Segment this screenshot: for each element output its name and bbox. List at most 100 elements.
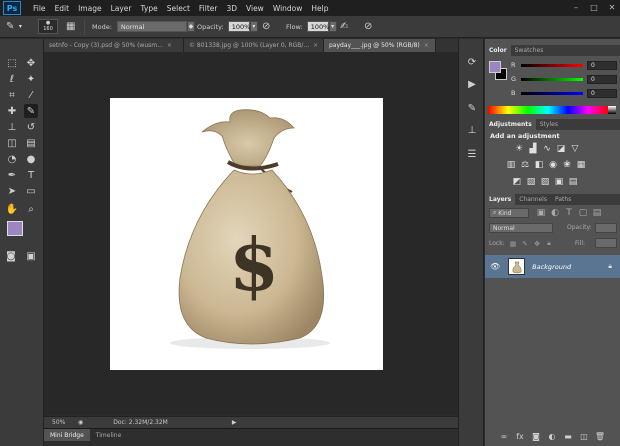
- clone-source-icon[interactable]: ⊥: [465, 123, 479, 137]
- tool-preset-picker[interactable]: ✎ ▾: [6, 19, 24, 34]
- curves-icon[interactable]: ∿: [541, 143, 553, 154]
- gradient-tool-icon[interactable]: ▤: [24, 136, 38, 150]
- tab-styles[interactable]: Styles: [536, 119, 562, 130]
- blend-mode-select[interactable]: Normal: [489, 223, 553, 233]
- tab-mini-bridge[interactable]: Mini Bridge: [44, 429, 90, 441]
- lock-transparent-icon[interactable]: ▦: [507, 238, 519, 249]
- color-lookup-icon[interactable]: ▦: [575, 159, 587, 170]
- hand-tool-icon[interactable]: ✋: [5, 202, 19, 216]
- green-value[interactable]: 0: [587, 74, 617, 84]
- blue-value[interactable]: 0: [587, 88, 617, 98]
- mode-dropdown-icon[interactable]: ◆: [186, 21, 195, 32]
- flow-dropdown-icon[interactable]: ▾: [328, 21, 337, 32]
- history-brush-tool-icon[interactable]: ↺: [24, 120, 38, 134]
- crop-tool-icon[interactable]: ⌗: [5, 88, 19, 102]
- layer-row-background[interactable]: 👁︎ Background 🔒︎: [485, 255, 620, 278]
- status-arrow-icon[interactable]: ▶: [232, 419, 237, 426]
- magic-wand-tool-icon[interactable]: ✦: [24, 72, 38, 86]
- color-balance-icon[interactable]: ⚖: [519, 159, 531, 170]
- tab-adjustments[interactable]: Adjustments: [485, 119, 536, 130]
- photo-filter-icon[interactable]: ◉: [547, 159, 559, 170]
- path-selection-tool-icon[interactable]: ➤: [5, 184, 19, 198]
- layer-name[interactable]: Background: [532, 263, 571, 271]
- menu-window[interactable]: Window: [273, 4, 303, 13]
- pressure-opacity-icon[interactable]: ⊘: [262, 21, 270, 32]
- airbrush-icon[interactable]: ✍: [340, 21, 348, 32]
- menu-view[interactable]: View: [246, 4, 264, 13]
- menu-edit[interactable]: Edit: [55, 4, 70, 13]
- tab-timeline[interactable]: Timeline: [90, 429, 128, 441]
- layer-filter-select[interactable]: ⌕ Kind: [489, 208, 529, 218]
- invert-icon[interactable]: ◩: [511, 176, 523, 187]
- close-icon[interactable]: ×: [167, 42, 172, 49]
- screen-mode-icon[interactable]: ▣: [24, 249, 38, 263]
- new-layer-icon[interactable]: ◫: [579, 432, 589, 441]
- blur-tool-icon[interactable]: ◔: [5, 152, 19, 166]
- document-canvas[interactable]: $: [110, 98, 383, 370]
- filter-shape-icon[interactable]: ▢: [577, 207, 589, 218]
- green-slider[interactable]: [521, 77, 583, 81]
- layer-style-icon[interactable]: fx: [515, 432, 525, 441]
- eyedropper-tool-icon[interactable]: ⁄: [24, 88, 38, 102]
- healing-brush-tool-icon[interactable]: ✚: [5, 104, 19, 118]
- filter-type-icon[interactable]: T: [563, 207, 575, 218]
- marquee-tool-icon[interactable]: ⬚: [5, 56, 19, 70]
- move-tool-icon[interactable]: ✥: [24, 56, 38, 70]
- filter-adjustment-icon[interactable]: ◐: [549, 207, 561, 218]
- tab-layers[interactable]: Layers: [485, 194, 516, 205]
- threshold-icon[interactable]: ▨: [539, 176, 551, 187]
- zoom-level[interactable]: 50%: [52, 419, 72, 426]
- menu-filter[interactable]: Filter: [199, 4, 218, 13]
- menu-type[interactable]: Type: [141, 4, 158, 13]
- link-layers-icon[interactable]: ∞: [499, 432, 509, 441]
- doc-tab-2[interactable]: © 801338.jpg @ 100% (Layer 0, RGB/... ×: [184, 39, 324, 52]
- menu-help[interactable]: Help: [311, 4, 328, 13]
- tab-color[interactable]: Color: [485, 45, 511, 56]
- channel-mixer-icon[interactable]: ❀: [561, 159, 573, 170]
- type-tool-icon[interactable]: T: [24, 168, 38, 182]
- brush-size-picker[interactable]: ● 160: [38, 19, 58, 34]
- opacity-input[interactable]: 100%: [227, 21, 250, 32]
- tab-paths[interactable]: Paths: [551, 194, 575, 205]
- lock-all-icon[interactable]: 🔒︎: [543, 238, 555, 249]
- delete-layer-icon[interactable]: 🗑︎: [595, 432, 605, 441]
- brush-panel-toggle-icon[interactable]: ▦: [66, 21, 75, 32]
- red-slider[interactable]: [521, 63, 583, 67]
- new-adjustment-layer-icon[interactable]: ◐: [547, 432, 557, 441]
- zoom-tool-icon[interactable]: ⌕: [24, 202, 38, 216]
- brush-panel-icon[interactable]: ✎: [465, 101, 479, 115]
- properties-panel-icon[interactable]: ☰: [465, 147, 479, 161]
- lasso-tool-icon[interactable]: ℓ: [5, 72, 19, 86]
- doc-tab-3-active[interactable]: payday___.jpg @ 50% (RGB/8) ×: [324, 39, 436, 52]
- foreground-color-swatch[interactable]: [7, 221, 23, 236]
- pen-tool-icon[interactable]: ✒: [5, 168, 19, 182]
- hue-saturation-icon[interactable]: ▥: [505, 159, 517, 170]
- doc-tab-1[interactable]: setnfo - Copy (3).psd @ 50% (wusm... ×: [44, 39, 184, 52]
- new-group-icon[interactable]: ▬: [563, 432, 573, 441]
- status-menu-icon[interactable]: ◉: [78, 419, 83, 426]
- vibrance-icon[interactable]: ▽: [569, 143, 581, 154]
- layer-opacity-input[interactable]: [595, 223, 617, 233]
- history-panel-icon[interactable]: ⟳: [465, 55, 479, 69]
- clone-stamp-tool-icon[interactable]: ⊥: [5, 120, 19, 134]
- minimize-button[interactable]: –: [570, 2, 582, 12]
- quick-mask-icon[interactable]: ◙: [4, 249, 18, 263]
- dodge-tool-icon[interactable]: ●: [24, 152, 38, 166]
- lock-position-icon[interactable]: ✥: [531, 238, 543, 249]
- shape-tool-icon[interactable]: ▭: [24, 184, 38, 198]
- color-panel-foreground[interactable]: [489, 61, 501, 73]
- black-white-icon[interactable]: ◧: [533, 159, 545, 170]
- mode-select[interactable]: Normal: [116, 21, 187, 32]
- tab-channels[interactable]: Channels: [515, 194, 551, 205]
- lock-image-icon[interactable]: ✎: [519, 238, 531, 249]
- close-icon[interactable]: ×: [313, 42, 318, 49]
- menu-image[interactable]: Image: [78, 4, 102, 13]
- color-spectrum-bar[interactable]: [488, 106, 608, 114]
- levels-icon[interactable]: ▟: [527, 143, 539, 154]
- exposure-icon[interactable]: ◪: [555, 143, 567, 154]
- flow-input[interactable]: 100%: [306, 21, 329, 32]
- gradient-map-icon[interactable]: ▤: [567, 176, 579, 187]
- pressure-size-icon[interactable]: ⊘: [364, 21, 372, 32]
- brush-tool-icon[interactable]: ✎: [24, 104, 38, 118]
- fill-input[interactable]: [595, 238, 617, 248]
